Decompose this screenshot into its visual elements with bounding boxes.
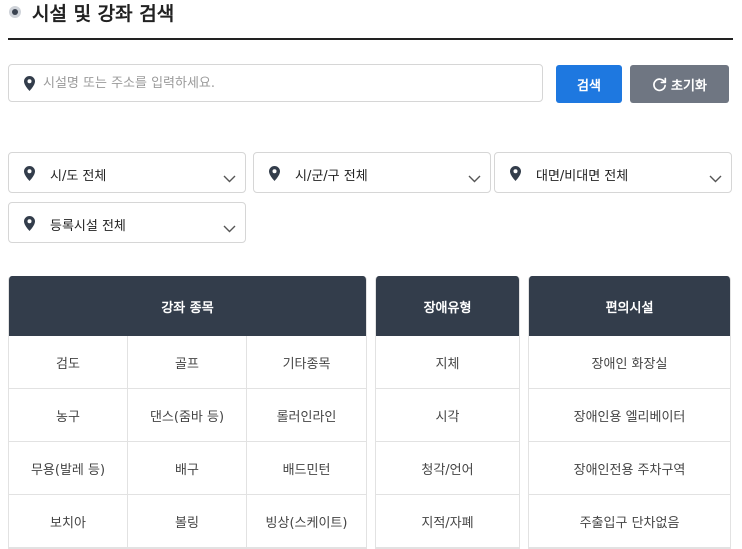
location-pin-icon <box>24 166 35 185</box>
sport-option[interactable]: 보치아 <box>9 495 128 548</box>
sport-option[interactable]: 배구 <box>128 442 247 495</box>
disability-option[interactable]: 지적/자폐 <box>376 495 519 548</box>
location-pin-icon <box>24 216 35 235</box>
reset-button-label: 초기화 <box>671 78 707 94</box>
chevron-down-icon <box>709 168 722 187</box>
sports-panel: 강좌 종목 검도 골프 기타종목 농구 댄스(줌바 등) 롤러인라인 무용(발레… <box>8 276 367 549</box>
registered-select-value: 등록시설 전체 <box>50 219 126 234</box>
amenity-option[interactable]: 주출입구 단차없음 <box>529 495 730 548</box>
district-select[interactable]: 시/군/구 전체 <box>253 152 491 193</box>
sport-option[interactable]: 댄스(줌바 등) <box>128 389 247 442</box>
chevron-down-icon <box>223 218 236 237</box>
sport-option[interactable]: 무용(발레 등) <box>9 442 128 495</box>
chevron-down-icon <box>468 168 481 187</box>
page-title: 시설 및 강좌 검색 <box>32 3 175 25</box>
sports-panel-title: 강좌 종목 <box>9 276 366 336</box>
search-input[interactable] <box>43 66 533 100</box>
region-select[interactable]: 시/도 전체 <box>8 152 246 193</box>
amenity-option[interactable]: 장애인전용 주차구역 <box>529 442 730 495</box>
disability-option[interactable]: 시각 <box>376 389 519 442</box>
location-pin-icon <box>24 76 35 95</box>
sport-option[interactable]: 기타종목 <box>247 336 366 389</box>
sport-option[interactable]: 골프 <box>128 336 247 389</box>
amenities-panel: 편의시설 장애인 화장실 장애인용 엘리베이터 장애인전용 주차구역 주출입구 … <box>528 276 731 549</box>
district-select-value: 시/군/구 전체 <box>295 169 368 184</box>
disability-panel: 장애유형 지체 시각 청각/언어 지적/자폐 <box>375 276 520 549</box>
disability-option[interactable]: 청각/언어 <box>376 442 519 495</box>
refresh-icon <box>653 77 667 91</box>
mode-select-value: 대면/비대면 전체 <box>536 169 629 184</box>
sport-option[interactable]: 볼링 <box>128 495 247 548</box>
sport-option[interactable]: 검도 <box>9 336 128 389</box>
search-box[interactable] <box>8 64 543 102</box>
disability-option[interactable]: 지체 <box>376 336 519 389</box>
sport-option[interactable]: 농구 <box>9 389 128 442</box>
location-pin-icon <box>510 166 521 185</box>
amenities-panel-title: 편의시설 <box>529 276 730 336</box>
sport-option[interactable]: 빙상(스케이트) <box>247 495 366 548</box>
sport-option[interactable]: 배드민턴 <box>247 442 366 495</box>
search-button[interactable]: 검색 <box>556 65 622 103</box>
amenity-option[interactable]: 장애인용 엘리베이터 <box>529 389 730 442</box>
disability-panel-title: 장애유형 <box>376 276 519 336</box>
location-pin-icon <box>269 166 280 185</box>
amenity-option[interactable]: 장애인 화장실 <box>529 336 730 389</box>
chevron-down-icon <box>223 168 236 187</box>
title-bullet-icon <box>9 6 21 18</box>
sport-option[interactable]: 롤러인라인 <box>247 389 366 442</box>
region-select-value: 시/도 전체 <box>50 169 107 184</box>
mode-select[interactable]: 대면/비대면 전체 <box>494 152 732 193</box>
page-header: 시설 및 강좌 검색 <box>8 0 733 40</box>
reset-button[interactable]: 초기화 <box>630 65 729 103</box>
registered-select[interactable]: 등록시설 전체 <box>8 202 246 243</box>
